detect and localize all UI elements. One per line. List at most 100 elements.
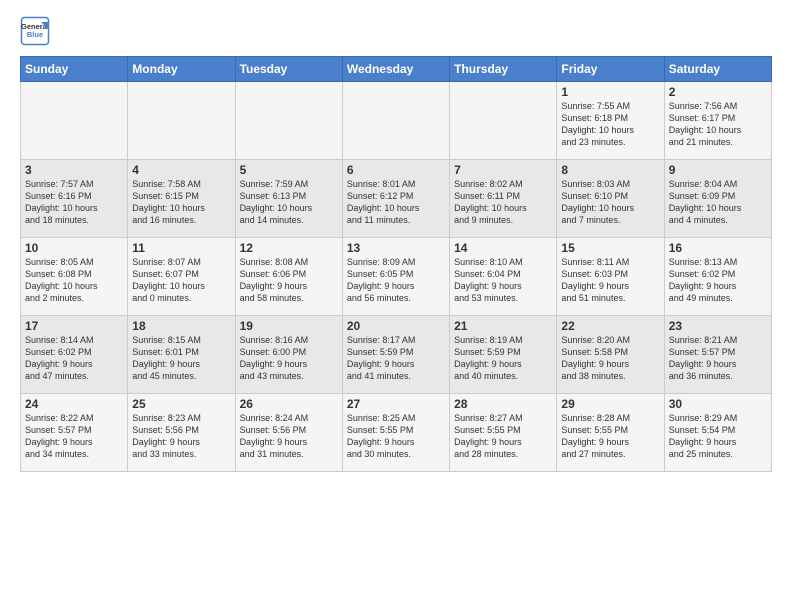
calendar-cell: 10Sunrise: 8:05 AM Sunset: 6:08 PM Dayli… xyxy=(21,238,128,316)
day-number: 26 xyxy=(240,397,338,411)
calendar-cell: 14Sunrise: 8:10 AM Sunset: 6:04 PM Dayli… xyxy=(450,238,557,316)
day-number: 10 xyxy=(25,241,123,255)
day-number: 5 xyxy=(240,163,338,177)
weekday-header: Friday xyxy=(557,57,664,82)
day-number: 16 xyxy=(669,241,767,255)
calendar-cell: 23Sunrise: 8:21 AM Sunset: 5:57 PM Dayli… xyxy=(664,316,771,394)
weekday-header: Saturday xyxy=(664,57,771,82)
calendar-cell: 11Sunrise: 8:07 AM Sunset: 6:07 PM Dayli… xyxy=(128,238,235,316)
weekday-header: Wednesday xyxy=(342,57,449,82)
page: General Blue SundayMondayTuesdayWednesda… xyxy=(0,0,792,612)
cell-info: Sunrise: 8:29 AM Sunset: 5:54 PM Dayligh… xyxy=(669,412,767,461)
day-number: 8 xyxy=(561,163,659,177)
cell-info: Sunrise: 8:24 AM Sunset: 5:56 PM Dayligh… xyxy=(240,412,338,461)
day-number: 17 xyxy=(25,319,123,333)
calendar-cell: 25Sunrise: 8:23 AM Sunset: 5:56 PM Dayli… xyxy=(128,394,235,472)
day-number: 14 xyxy=(454,241,552,255)
cell-info: Sunrise: 8:08 AM Sunset: 6:06 PM Dayligh… xyxy=(240,256,338,305)
calendar-week-row: 3Sunrise: 7:57 AM Sunset: 6:16 PM Daylig… xyxy=(21,160,772,238)
day-number: 12 xyxy=(240,241,338,255)
cell-info: Sunrise: 8:02 AM Sunset: 6:11 PM Dayligh… xyxy=(454,178,552,227)
weekday-header: Sunday xyxy=(21,57,128,82)
day-number: 6 xyxy=(347,163,445,177)
calendar-cell: 1Sunrise: 7:55 AM Sunset: 6:18 PM Daylig… xyxy=(557,82,664,160)
calendar-cell xyxy=(235,82,342,160)
cell-info: Sunrise: 8:19 AM Sunset: 5:59 PM Dayligh… xyxy=(454,334,552,383)
cell-info: Sunrise: 8:17 AM Sunset: 5:59 PM Dayligh… xyxy=(347,334,445,383)
day-number: 29 xyxy=(561,397,659,411)
calendar-cell xyxy=(128,82,235,160)
calendar-cell: 5Sunrise: 7:59 AM Sunset: 6:13 PM Daylig… xyxy=(235,160,342,238)
day-number: 19 xyxy=(240,319,338,333)
cell-info: Sunrise: 8:22 AM Sunset: 5:57 PM Dayligh… xyxy=(25,412,123,461)
calendar-cell: 22Sunrise: 8:20 AM Sunset: 5:58 PM Dayli… xyxy=(557,316,664,394)
day-number: 7 xyxy=(454,163,552,177)
cell-info: Sunrise: 7:56 AM Sunset: 6:17 PM Dayligh… xyxy=(669,100,767,149)
day-number: 20 xyxy=(347,319,445,333)
weekday-header: Tuesday xyxy=(235,57,342,82)
calendar-cell: 6Sunrise: 8:01 AM Sunset: 6:12 PM Daylig… xyxy=(342,160,449,238)
cell-info: Sunrise: 8:10 AM Sunset: 6:04 PM Dayligh… xyxy=(454,256,552,305)
calendar-cell: 7Sunrise: 8:02 AM Sunset: 6:11 PM Daylig… xyxy=(450,160,557,238)
cell-info: Sunrise: 8:04 AM Sunset: 6:09 PM Dayligh… xyxy=(669,178,767,227)
day-number: 23 xyxy=(669,319,767,333)
day-number: 21 xyxy=(454,319,552,333)
day-number: 27 xyxy=(347,397,445,411)
calendar-cell: 16Sunrise: 8:13 AM Sunset: 6:02 PM Dayli… xyxy=(664,238,771,316)
cell-info: Sunrise: 7:58 AM Sunset: 6:15 PM Dayligh… xyxy=(132,178,230,227)
cell-info: Sunrise: 8:21 AM Sunset: 5:57 PM Dayligh… xyxy=(669,334,767,383)
calendar-cell: 12Sunrise: 8:08 AM Sunset: 6:06 PM Dayli… xyxy=(235,238,342,316)
day-number: 22 xyxy=(561,319,659,333)
calendar-week-row: 17Sunrise: 8:14 AM Sunset: 6:02 PM Dayli… xyxy=(21,316,772,394)
cell-info: Sunrise: 7:59 AM Sunset: 6:13 PM Dayligh… xyxy=(240,178,338,227)
cell-info: Sunrise: 8:13 AM Sunset: 6:02 PM Dayligh… xyxy=(669,256,767,305)
cell-info: Sunrise: 8:20 AM Sunset: 5:58 PM Dayligh… xyxy=(561,334,659,383)
day-number: 13 xyxy=(347,241,445,255)
calendar-cell: 4Sunrise: 7:58 AM Sunset: 6:15 PM Daylig… xyxy=(128,160,235,238)
cell-info: Sunrise: 8:15 AM Sunset: 6:01 PM Dayligh… xyxy=(132,334,230,383)
calendar-cell: 8Sunrise: 8:03 AM Sunset: 6:10 PM Daylig… xyxy=(557,160,664,238)
day-number: 30 xyxy=(669,397,767,411)
day-number: 24 xyxy=(25,397,123,411)
day-number: 1 xyxy=(561,85,659,99)
cell-info: Sunrise: 7:57 AM Sunset: 6:16 PM Dayligh… xyxy=(25,178,123,227)
cell-info: Sunrise: 8:07 AM Sunset: 6:07 PM Dayligh… xyxy=(132,256,230,305)
day-number: 2 xyxy=(669,85,767,99)
calendar-cell xyxy=(342,82,449,160)
calendar-cell: 28Sunrise: 8:27 AM Sunset: 5:55 PM Dayli… xyxy=(450,394,557,472)
calendar-cell: 17Sunrise: 8:14 AM Sunset: 6:02 PM Dayli… xyxy=(21,316,128,394)
calendar-cell: 30Sunrise: 8:29 AM Sunset: 5:54 PM Dayli… xyxy=(664,394,771,472)
cell-info: Sunrise: 8:28 AM Sunset: 5:55 PM Dayligh… xyxy=(561,412,659,461)
cell-info: Sunrise: 8:11 AM Sunset: 6:03 PM Dayligh… xyxy=(561,256,659,305)
day-number: 28 xyxy=(454,397,552,411)
cell-info: Sunrise: 7:55 AM Sunset: 6:18 PM Dayligh… xyxy=(561,100,659,149)
cell-info: Sunrise: 8:03 AM Sunset: 6:10 PM Dayligh… xyxy=(561,178,659,227)
logo-icon: General Blue xyxy=(20,16,50,46)
weekday-header: Thursday xyxy=(450,57,557,82)
day-number: 25 xyxy=(132,397,230,411)
day-number: 18 xyxy=(132,319,230,333)
day-number: 11 xyxy=(132,241,230,255)
calendar-cell: 13Sunrise: 8:09 AM Sunset: 6:05 PM Dayli… xyxy=(342,238,449,316)
header: General Blue xyxy=(20,16,772,46)
logo: General Blue xyxy=(20,16,54,46)
calendar-week-row: 24Sunrise: 8:22 AM Sunset: 5:57 PM Dayli… xyxy=(21,394,772,472)
svg-text:Blue: Blue xyxy=(27,30,43,39)
cell-info: Sunrise: 8:25 AM Sunset: 5:55 PM Dayligh… xyxy=(347,412,445,461)
calendar-cell: 19Sunrise: 8:16 AM Sunset: 6:00 PM Dayli… xyxy=(235,316,342,394)
calendar-week-row: 1Sunrise: 7:55 AM Sunset: 6:18 PM Daylig… xyxy=(21,82,772,160)
day-number: 9 xyxy=(669,163,767,177)
day-number: 3 xyxy=(25,163,123,177)
cell-info: Sunrise: 8:23 AM Sunset: 5:56 PM Dayligh… xyxy=(132,412,230,461)
calendar-cell: 24Sunrise: 8:22 AM Sunset: 5:57 PM Dayli… xyxy=(21,394,128,472)
calendar-cell: 21Sunrise: 8:19 AM Sunset: 5:59 PM Dayli… xyxy=(450,316,557,394)
calendar-cell: 26Sunrise: 8:24 AM Sunset: 5:56 PM Dayli… xyxy=(235,394,342,472)
calendar-cell: 18Sunrise: 8:15 AM Sunset: 6:01 PM Dayli… xyxy=(128,316,235,394)
calendar-week-row: 10Sunrise: 8:05 AM Sunset: 6:08 PM Dayli… xyxy=(21,238,772,316)
calendar-header-row: SundayMondayTuesdayWednesdayThursdayFrid… xyxy=(21,57,772,82)
calendar-cell: 15Sunrise: 8:11 AM Sunset: 6:03 PM Dayli… xyxy=(557,238,664,316)
weekday-header: Monday xyxy=(128,57,235,82)
cell-info: Sunrise: 8:01 AM Sunset: 6:12 PM Dayligh… xyxy=(347,178,445,227)
calendar-cell: 2Sunrise: 7:56 AM Sunset: 6:17 PM Daylig… xyxy=(664,82,771,160)
calendar-cell xyxy=(21,82,128,160)
